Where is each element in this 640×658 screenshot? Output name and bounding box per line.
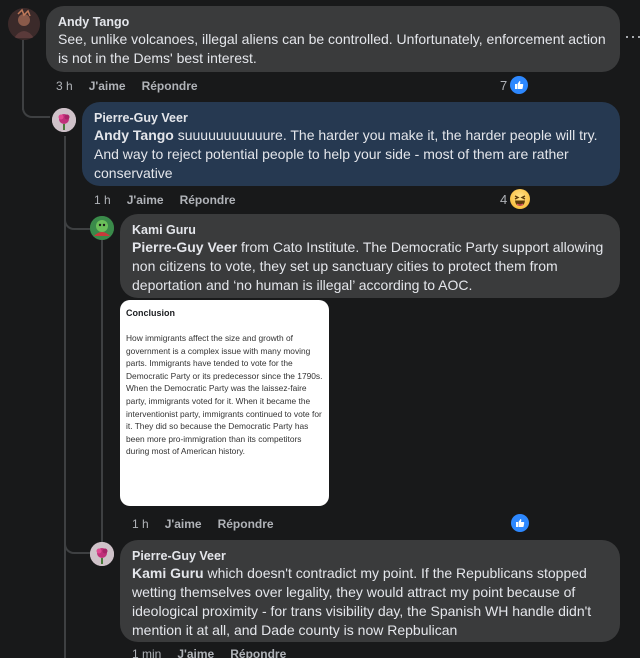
reply-button[interactable]: Répondre xyxy=(142,79,198,93)
comment-actions-4: 1 min J'aime Répondre xyxy=(132,646,286,658)
mention-link[interactable]: Kami Guru xyxy=(132,565,204,581)
like-button[interactable]: J'aime xyxy=(177,647,214,658)
comment-bubble-2: Pierre-Guy Veer Andy Tango suuuuuuuuuuur… xyxy=(82,102,620,186)
avatar-kami-guru[interactable] xyxy=(90,216,114,240)
comment-text: Andy Tango suuuuuuuuuuure. The harder yo… xyxy=(94,126,608,183)
reply-button[interactable]: Répondre xyxy=(230,647,286,658)
comment-bubble-3: Kami Guru Pierre-Guy Veer from Cato Inst… xyxy=(120,214,620,298)
reaction-summary-1[interactable]: 7 xyxy=(500,76,529,94)
comment-time[interactable]: 3 h xyxy=(56,79,73,93)
comment-actions-1: 3 h J'aime Répondre xyxy=(56,78,198,94)
like-button[interactable]: J'aime xyxy=(89,79,126,93)
comment-time[interactable]: 1 h xyxy=(94,193,111,207)
comment-author[interactable]: Andy Tango xyxy=(58,14,608,30)
reply-button[interactable]: Répondre xyxy=(218,517,274,531)
comment-author[interactable]: Pierre-Guy Veer xyxy=(94,110,608,126)
like-button[interactable]: J'aime xyxy=(127,193,164,207)
attached-image[interactable]: Conclusion How immigrants affect the siz… xyxy=(120,300,329,506)
reaction-count: 7 xyxy=(500,77,508,93)
attachment-title: Conclusion xyxy=(126,308,175,318)
thread-curve-reply-2 xyxy=(64,212,90,230)
thread-curve-reply-3 xyxy=(64,536,90,554)
comment-text: Pierre-Guy Veer from Cato Institute. The… xyxy=(132,238,608,295)
mention-link[interactable]: Pierre-Guy Veer xyxy=(132,239,237,255)
comment-time[interactable]: 1 min xyxy=(132,647,161,658)
comment-actions-3: 1 h J'aime Répondre xyxy=(132,516,274,532)
comment-time[interactable]: 1 h xyxy=(132,517,149,531)
avatar-pierre-guy-veer[interactable] xyxy=(52,108,76,132)
like-reaction-icon xyxy=(511,514,529,532)
like-button[interactable]: J'aime xyxy=(165,517,202,531)
comment-text: Kami Guru which doesn't contradict my po… xyxy=(132,564,608,640)
avatar-pierre-guy-veer[interactable] xyxy=(90,542,114,566)
reply-button[interactable]: Répondre xyxy=(180,193,236,207)
comment-author[interactable]: Kami Guru xyxy=(132,222,608,238)
avatar-andy-tango[interactable] xyxy=(8,8,40,40)
reaction-summary-3[interactable] xyxy=(511,514,529,532)
reaction-count: 4 xyxy=(500,191,508,207)
thread-curve-reply-1 xyxy=(22,100,50,118)
more-options-icon[interactable]: ⋯ xyxy=(624,25,640,49)
comment-bubble-4: Pierre-Guy Veer Kami Guru which doesn't … xyxy=(120,540,620,642)
comment-bubble-1: Andy Tango See, unlike volcanoes, illega… xyxy=(46,6,620,72)
attachment-body: How immigrants affect the size and growt… xyxy=(126,333,323,457)
reaction-summary-2[interactable]: 4 xyxy=(500,189,531,209)
thread-line-reply-2 xyxy=(101,240,103,550)
comment-author[interactable]: Pierre-Guy Veer xyxy=(132,548,608,564)
like-reaction-icon xyxy=(510,76,529,94)
comment-text: See, unlike volcanoes, illegal aliens ca… xyxy=(58,31,606,66)
comment-actions-2: 1 h J'aime Répondre xyxy=(94,192,236,208)
haha-reaction-icon xyxy=(510,189,531,209)
mention-link[interactable]: Andy Tango xyxy=(94,127,174,143)
